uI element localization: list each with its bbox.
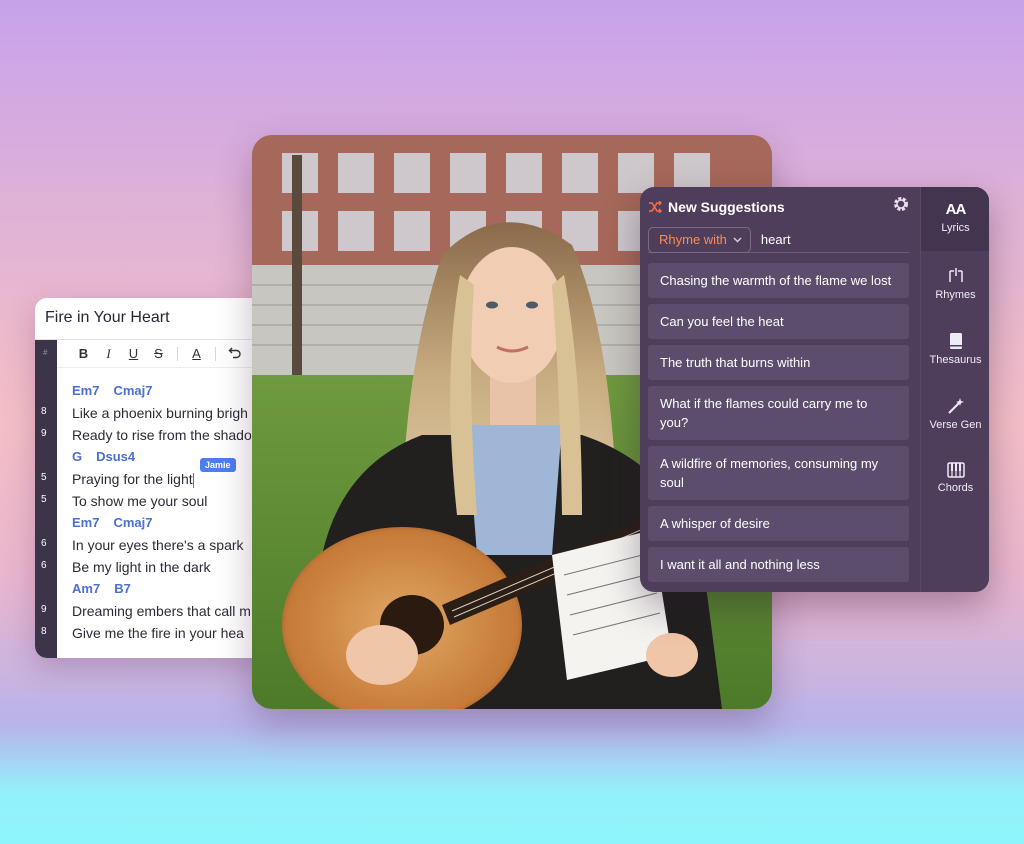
panel-title: New Suggestions [668, 199, 785, 215]
lyric-line[interactable]: Like a phoenix burning brigh [72, 405, 248, 421]
italic-button[interactable]: I [96, 346, 121, 362]
underline-button[interactable]: U [121, 346, 146, 361]
lyric-line[interactable]: Give me the fire in your hea [72, 625, 244, 641]
line-number-gutter: # 8 9 5 5 6 6 9 8 [35, 340, 57, 658]
strikethrough-button[interactable]: S [146, 346, 171, 361]
chord-row[interactable]: Em7 Cmaj7 [72, 515, 153, 530]
line-number: 9 [41, 428, 47, 439]
collaborator-caret [192, 472, 194, 488]
rail-item-rhymes[interactable]: Rhymes [921, 267, 989, 301]
rhyme-word-input[interactable]: heart [761, 232, 791, 247]
chord[interactable]: Cmaj7 [113, 515, 152, 530]
chord-row[interactable]: Am7 B7 [72, 581, 131, 596]
suggestions-panel: New Suggestions Rhyme with heart Chasing… [640, 187, 989, 592]
lyric-line[interactable]: In your eyes there's a spark [72, 537, 244, 553]
chord[interactable]: Dsus4 [96, 449, 135, 464]
suggestion-item[interactable]: A whisper of desire [648, 506, 909, 541]
line-number: 9 [41, 604, 47, 615]
magic-wand-icon [947, 398, 964, 414]
rail-item-verse-gen[interactable]: Verse Gen [921, 397, 989, 431]
gutter-hash: # [43, 348, 48, 357]
book-icon [949, 333, 962, 349]
chord-row[interactable]: Em7 Cmaj7 [72, 383, 153, 398]
settings-button[interactable] [892, 195, 910, 218]
rail-item-thesaurus[interactable]: Thesaurus [921, 332, 989, 366]
toolbar-divider [177, 346, 178, 361]
lyric-line[interactable]: Dreaming embers that call m [72, 603, 251, 619]
lyric-line[interactable]: Be my light in the dark [72, 559, 211, 575]
suggestion-item[interactable]: A wildfire of memories, consuming my sou… [648, 446, 909, 500]
rail-label: Rhymes [935, 289, 976, 301]
line-number: 6 [41, 538, 47, 549]
line-number: 6 [41, 560, 47, 571]
font-size-icon: AA [945, 201, 967, 218]
rail-label: Thesaurus [929, 354, 982, 366]
chord[interactable]: Cmaj7 [113, 383, 152, 398]
line-number: 5 [41, 472, 47, 483]
chord[interactable]: Em7 [72, 515, 99, 530]
panel-header: New Suggestions [648, 197, 918, 217]
chord[interactable]: Am7 [72, 581, 100, 596]
suggestion-item[interactable]: I want it all and nothing less [648, 547, 909, 582]
rail-label: Verse Gen [929, 419, 982, 431]
rail-item-lyrics[interactable]: AA Lyrics [921, 201, 989, 234]
piano-icon [946, 462, 965, 478]
line-number: 8 [41, 406, 47, 417]
format-toolbar: B I U S A [57, 340, 275, 368]
suggestion-item[interactable]: Chasing the warmth of the flame we lost [648, 263, 909, 298]
chord[interactable]: B7 [114, 581, 131, 596]
suggestion-item[interactable]: The truth that burns within [648, 345, 909, 380]
line-number: 5 [41, 494, 47, 505]
lyric-line[interactable]: Ready to rise from the shado [72, 427, 252, 443]
lyric-text: Praying for the light [72, 471, 193, 487]
rail-item-chords[interactable]: Chords [921, 462, 989, 494]
lyric-line[interactable]: To show me your soul [72, 493, 207, 509]
chord[interactable]: Em7 [72, 383, 99, 398]
rhymes-icon [948, 268, 963, 282]
chevron-down-icon [733, 237, 742, 242]
gear-icon [894, 197, 908, 211]
bold-button[interactable]: B [71, 346, 96, 361]
tool-rail: AA Lyrics Rhymes Thesaurus Verse Gen Cho… [920, 187, 989, 592]
rhyme-search-row: Rhyme with heart [648, 226, 910, 253]
lyric-line[interactable]: Praying for the light [72, 471, 194, 488]
shuffle-icon[interactable] [648, 201, 662, 213]
text-color-button[interactable]: A [184, 346, 209, 361]
chord-row[interactable]: G Dsus4 [72, 449, 135, 464]
suggestion-item[interactable]: Can you feel the heat [648, 304, 909, 339]
suggestion-item[interactable]: What if the flames could carry me to you… [648, 386, 909, 440]
collaborator-badge: Jamie [200, 458, 236, 472]
rail-label: Chords [937, 482, 974, 494]
undo-icon [228, 347, 241, 359]
chord[interactable]: G [72, 449, 82, 464]
line-number: 8 [41, 626, 47, 637]
song-title[interactable]: Fire in Your Heart [35, 298, 275, 340]
rail-label: Lyrics [941, 222, 970, 234]
rhyme-mode-label: Rhyme with [659, 232, 727, 247]
undo-button[interactable] [222, 345, 247, 362]
rhyme-mode-dropdown[interactable]: Rhyme with [648, 226, 751, 253]
toolbar-divider [215, 346, 216, 361]
